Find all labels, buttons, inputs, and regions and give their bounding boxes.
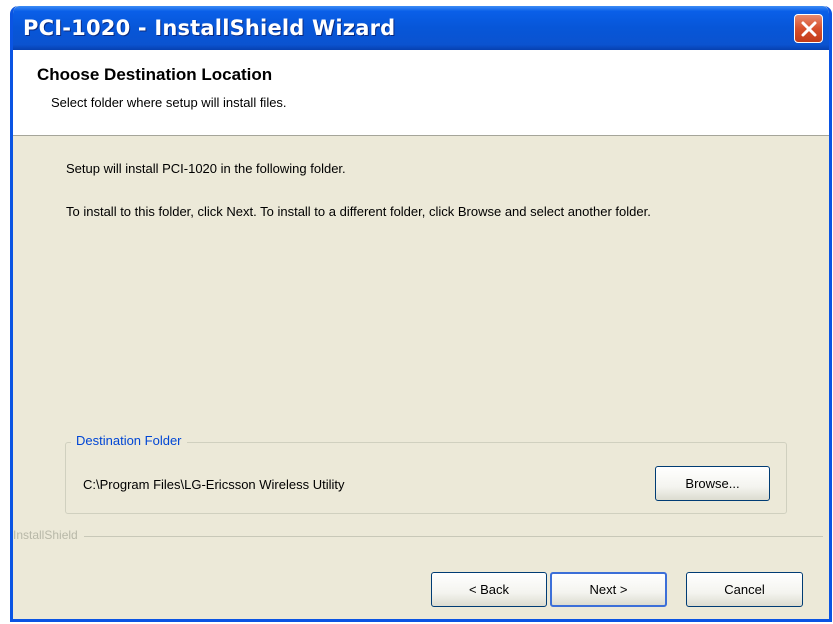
header-panel: Choose Destination Location Select folde… — [13, 50, 829, 136]
window-title: PCI-1020 - InstallShield Wizard — [23, 16, 396, 40]
back-button[interactable]: < Back — [431, 572, 547, 607]
cancel-button[interactable]: Cancel — [686, 572, 803, 607]
next-button[interactable]: Next > — [550, 572, 667, 607]
installshield-brand: InstallShield — [13, 528, 84, 542]
browse-button[interactable]: Browse... — [655, 466, 770, 501]
destination-folder-legend: Destination Folder — [71, 433, 187, 448]
installer-window: PCI-1020 - InstallShield Wizard Choose D… — [10, 6, 832, 622]
close-icon — [801, 21, 816, 36]
destination-path: C:\Program Files\LG-Ericsson Wireless Ut… — [83, 477, 345, 492]
install-location-text: Setup will install PCI-1020 in the follo… — [66, 161, 346, 176]
title-bar[interactable]: PCI-1020 - InstallShield Wizard — [13, 6, 829, 50]
page-title: Choose Destination Location — [37, 65, 273, 84]
footer-divider — [13, 536, 823, 537]
instructions-text: To install to this folder, click Next. T… — [66, 204, 651, 219]
page-subtitle: Select folder where setup will install f… — [51, 95, 287, 110]
close-button[interactable] — [794, 14, 823, 43]
